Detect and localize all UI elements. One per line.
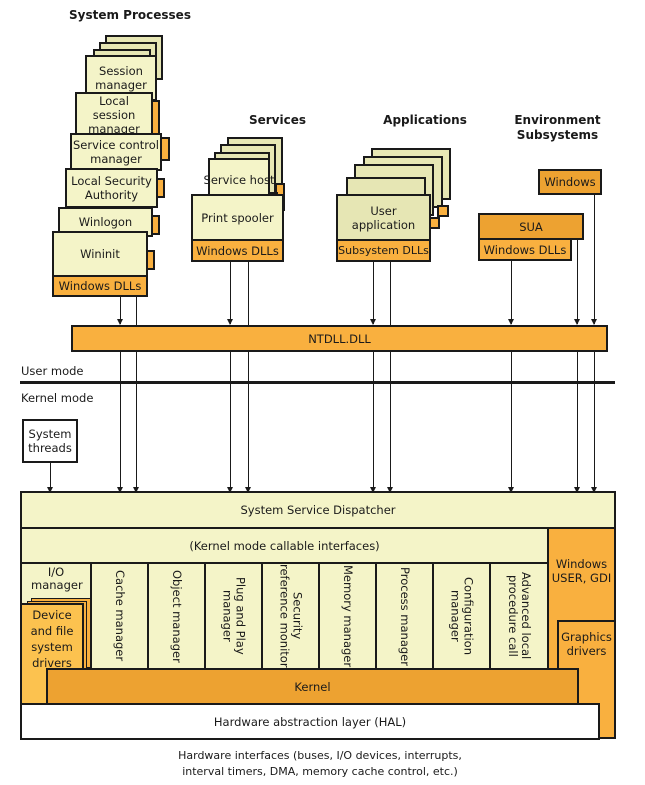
env-sua: SUA [478,213,584,240]
object-manager: Object manager [147,562,206,670]
kernel-mode-label: Kernel mode [21,391,94,405]
service-print-spooler: Print spooler [191,194,284,241]
services-windows-dlls: Windows DLLs [191,239,284,262]
arrow [369,262,376,325]
process-wininit: Wininit [52,231,148,277]
arrow [386,352,393,493]
arrow [507,261,514,325]
user-mode-label: User mode [21,364,84,378]
plug-and-play-manager: Plug and Play manager [204,562,263,670]
arrow [46,463,53,493]
arrow [116,297,123,325]
io-manager-label: I/O manager [31,565,83,592]
arrow [116,352,123,493]
process-local-security-authority: Local Security Authority [65,168,158,208]
header-system-processes: System Processes [69,8,191,22]
ntdll-bar: NTDLL.DLL [71,325,608,352]
arrow [226,262,233,325]
arrow [590,195,597,325]
hal-bar: Hardware abstraction layer (HAL) [20,703,600,740]
process-service-control-manager: Service control manager [70,133,162,171]
arrow [590,352,597,493]
env-windows: Windows [538,169,602,195]
header-applications: Applications [383,113,467,127]
header-environment-subsystems: Environment Subsystems [514,113,601,142]
process-local-session-manager: Local session manager [75,92,153,138]
arrow [132,352,139,493]
memory-manager: Memory manager [318,562,377,670]
hardware-interfaces-caption: Hardware interfaces (buses, I/O devices,… [178,749,462,778]
process-manager: Process manager [375,562,434,670]
security-reference-monitor: Security reference monitor [261,562,320,670]
arrow [226,352,233,493]
connector-line [248,262,249,327]
arrow [507,352,514,493]
header-services: Services [248,113,307,127]
service-host-label: Service host [203,173,275,187]
kernel-bar: Kernel [46,668,579,705]
kernel-callable-interfaces: (Kernel mode callable interfaces) [20,527,549,564]
system-service-dispatcher: System Service Dispatcher [20,491,616,529]
mode-boundary-line [20,381,615,384]
advanced-local-procedure-call: Advanced local procedure call [489,562,549,670]
arrow [244,352,251,493]
connector-line [136,297,137,327]
cache-manager: Cache manager [90,562,149,670]
arrow [573,352,580,493]
system-processes-windows-dlls: Windows DLLs [52,275,148,297]
dll-tab [437,205,449,217]
device-drivers-label: Device and file system drivers [30,608,74,670]
env-windows-dlls: Windows DLLs [478,238,572,261]
arrow [573,240,580,325]
system-threads-box: System threads [22,419,78,463]
applications-subsystem-dlls: Subsystem DLLs [336,239,431,262]
arrow [369,352,376,493]
connector-line [390,262,391,327]
user-application: User application [336,194,431,241]
configuration-manager: Configuration manager [432,562,491,670]
